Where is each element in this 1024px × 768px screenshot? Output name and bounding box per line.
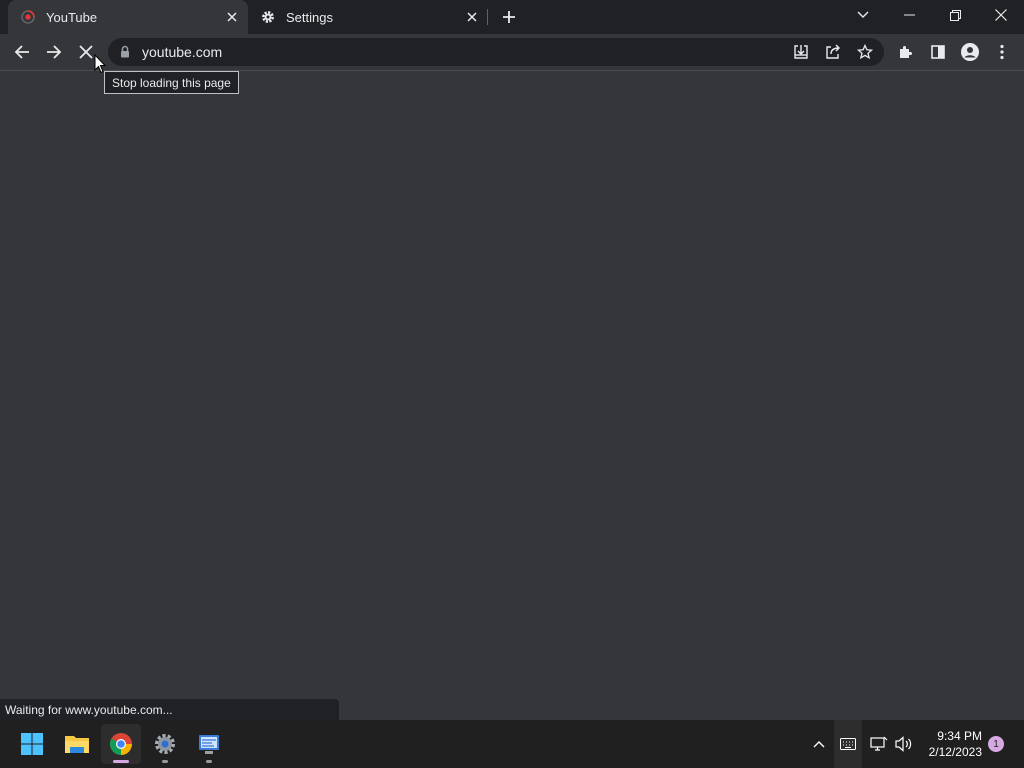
bookmark-star-icon[interactable] — [854, 41, 876, 63]
clock-date: 2/12/2023 — [928, 745, 982, 759]
close-window-button[interactable] — [978, 0, 1024, 30]
control-panel-icon — [199, 735, 219, 754]
minimize-icon — [903, 14, 915, 16]
url-text[interactable]: youtube.com — [142, 44, 222, 60]
start-button[interactable] — [12, 724, 52, 764]
install-app-icon[interactable] — [790, 41, 812, 63]
minimize-button[interactable] — [886, 0, 932, 30]
forward-button[interactable] — [39, 37, 69, 67]
taskbar: 9:34 PM 2/12/2023 — [0, 720, 1024, 768]
plus-icon — [503, 11, 515, 23]
close-tab-icon[interactable] — [462, 7, 482, 27]
close-icon — [995, 9, 1007, 21]
page-content — [0, 71, 1024, 720]
volume-button[interactable] — [893, 720, 915, 768]
settings-taskbar-button[interactable] — [145, 724, 185, 764]
chrome-icon — [110, 733, 132, 755]
network-icon — [870, 736, 888, 751]
tab-strip: YouTube Settings — [0, 0, 1024, 34]
chevron-up-icon — [813, 741, 825, 748]
side-panel-icon — [931, 45, 945, 59]
tab-settings[interactable]: Settings — [248, 0, 488, 34]
kebab-menu-icon — [1000, 44, 1004, 60]
tab-youtube[interactable]: YouTube — [8, 0, 248, 34]
notification-badge[interactable]: 1 — [988, 736, 1004, 752]
file-explorer-button[interactable] — [57, 724, 97, 764]
arrow-left-icon — [14, 45, 29, 59]
extensions-button[interactable] — [891, 37, 921, 67]
running-app-indicator — [162, 760, 168, 763]
stop-icon — [79, 45, 93, 59]
puzzle-icon — [900, 46, 912, 58]
speaker-icon — [895, 736, 912, 752]
control-panel-taskbar-button[interactable] — [189, 724, 229, 764]
status-bubble: Waiting for www.youtube.com... — [0, 699, 339, 720]
tab-title: Settings — [286, 9, 333, 25]
clock[interactable]: 9:34 PM 2/12/2023 — [918, 728, 982, 760]
back-button[interactable] — [7, 37, 37, 67]
chevron-down-icon — [857, 11, 869, 18]
profile-button[interactable] — [955, 37, 985, 67]
share-icon[interactable] — [822, 41, 844, 63]
close-tab-icon[interactable] — [222, 7, 242, 27]
running-app-indicator — [206, 760, 212, 763]
new-tab-button[interactable] — [497, 5, 521, 29]
avatar-icon — [961, 43, 979, 61]
windows-logo-icon — [21, 733, 43, 755]
lock-icon[interactable] — [120, 45, 130, 63]
keyboard-icon — [840, 738, 856, 750]
restore-button[interactable] — [932, 0, 978, 30]
tab-title: YouTube — [46, 9, 98, 25]
side-panel-button[interactable] — [923, 37, 953, 67]
network-status-button[interactable] — [868, 720, 890, 768]
youtube-loading-icon — [20, 9, 36, 25]
restore-icon — [949, 9, 961, 21]
arrow-right-icon — [47, 45, 62, 59]
clock-time: 9:34 PM — [937, 729, 982, 743]
show-hidden-icons-button[interactable] — [808, 720, 830, 768]
gear-icon — [260, 9, 276, 25]
gear-icon — [155, 734, 175, 754]
tab-separator — [487, 9, 488, 25]
address-bar[interactable]: youtube.com — [108, 38, 884, 66]
folder-icon — [65, 736, 89, 753]
touch-keyboard-button[interactable] — [834, 720, 862, 768]
browser-toolbar: youtube.com — [0, 34, 1024, 71]
active-app-indicator — [113, 760, 129, 763]
chrome-taskbar-button[interactable] — [101, 724, 141, 764]
tab-search-button[interactable] — [840, 0, 886, 30]
chrome-menu-button[interactable] — [987, 37, 1017, 67]
